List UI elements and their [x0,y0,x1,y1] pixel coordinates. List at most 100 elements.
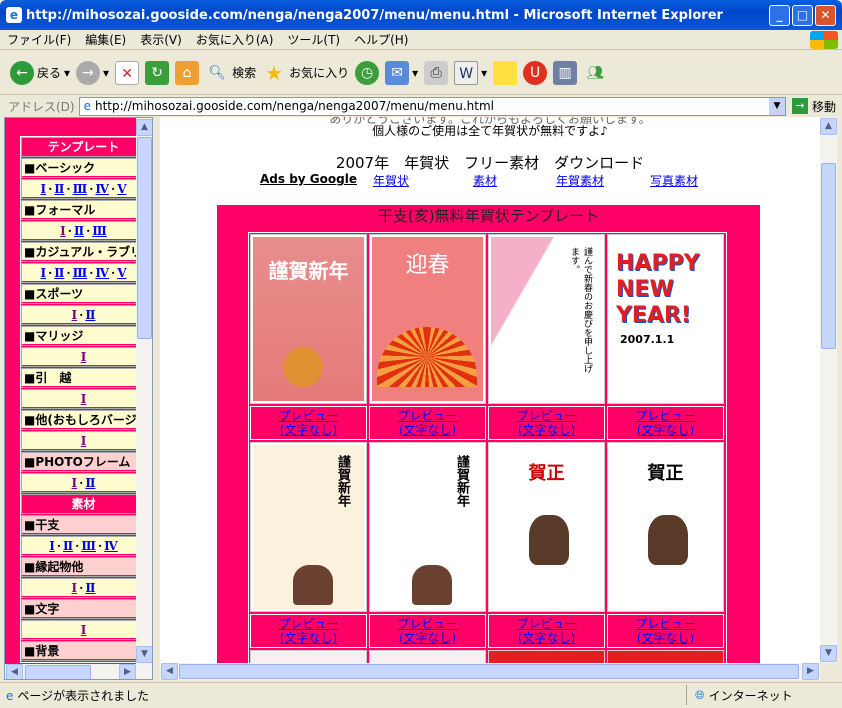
scroll-up-button[interactable]: ▲ [136,119,152,136]
preview-link[interactable]: プレビュー [370,617,485,631]
ad-link[interactable]: 写真素材 [650,174,698,188]
left-horizontal-scrollbar[interactable]: ◀ ▶ [5,664,152,679]
scroll-down-button[interactable]: ▼ [136,646,152,663]
sidebar-page-link[interactable]: Ⅱ [85,581,95,595]
sidebar-page-link[interactable]: Ⅰ [72,581,78,595]
preview-link[interactable]: プレビュー [489,617,604,631]
h-scroll-thumb[interactable] [179,664,799,679]
sidebar-page-link[interactable]: Ⅰ [81,623,87,637]
refresh-button[interactable]: ↻ [145,60,170,85]
scroll-left-button[interactable]: ◀ [161,663,178,680]
sidebar-page-link[interactable]: Ⅱ [74,224,84,238]
sidebar-page-link[interactable]: Ⅱ [63,539,73,553]
template-thumbnail[interactable] [250,650,367,663]
sidebar-page-link[interactable]: Ⅰ [72,476,78,490]
template-thumbnail[interactable]: 謹賀新年 [250,442,367,612]
sidebar-page-link[interactable]: Ⅴ [117,182,126,196]
address-input[interactable]: e http://mihosozai.gooside.com/nenga/nen… [78,96,786,116]
preview-link[interactable]: プレビュー [251,409,366,423]
menu-file[interactable]: ファイル(F) [0,31,78,48]
template-thumbnail[interactable]: 謹賀新年 [369,442,486,612]
edit-button[interactable]: W ▾ [454,60,487,85]
back-button[interactable]: ← 戻る ▾ [10,60,70,85]
stop-button[interactable]: ✕ [115,60,140,85]
menu-view[interactable]: 表示(V) [133,31,189,48]
forward-button[interactable]: → ▾ [76,60,109,85]
notes-button[interactable] [493,60,518,85]
sidebar-page-link[interactable]: Ⅰ [81,392,87,406]
frame-splitter[interactable] [153,117,160,680]
no-text-link[interactable]: (文字なし) [608,631,723,645]
scroll-up-button[interactable]: ▲ [820,118,837,135]
sidebar-page-link[interactable]: Ⅰ [81,350,87,364]
sidebar-page-link[interactable]: Ⅰ [49,539,55,553]
template-thumbnail[interactable]: 謹んで新春のお慶びを申し上げます。 [488,234,605,404]
sidebar-page-link[interactable]: Ⅴ [117,266,126,280]
preview-link[interactable]: プレビュー [251,617,366,631]
ad-link[interactable]: 素材 [473,174,497,188]
address-dropdown[interactable]: ▼ [768,97,785,115]
scroll-thumb[interactable] [137,137,152,339]
sidebar-page-link[interactable]: Ⅲ [92,224,107,238]
close-button[interactable]: ✕ [815,5,836,26]
sidebar-page-link[interactable]: Ⅳ [95,266,109,280]
template-thumbnail[interactable]: 賀正 [607,442,724,612]
no-text-link[interactable]: (文字なし) [251,423,366,437]
print-button[interactable]: ⎙ [424,60,449,85]
sidebar-page-link[interactable]: Ⅰ [81,434,87,448]
research-button[interactable]: ▥ [553,60,578,85]
sidebar-page-link[interactable]: Ⅰ [60,224,66,238]
menu-edit[interactable]: 編集(E) [78,31,133,48]
sidebar-page-link[interactable]: Ⅲ [73,266,88,280]
template-thumbnail[interactable]: 迎春 [369,234,486,404]
favorites-button[interactable]: ★ お気に入り [262,61,349,85]
template-thumbnail[interactable] [607,650,724,663]
scroll-right-button[interactable]: ▶ [119,664,136,679]
sidebar-page-link[interactable]: Ⅰ [72,308,78,322]
sidebar-page-link[interactable]: Ⅱ [85,476,95,490]
maximize-button[interactable]: □ [792,5,813,26]
right-horizontal-scrollbar[interactable]: ◀ ▶ [160,663,820,680]
preview-link[interactable]: プレビュー [489,409,604,423]
scroll-down-button[interactable]: ▼ [820,645,837,662]
preview-link[interactable]: プレビュー [370,409,485,423]
template-thumbnail[interactable] [488,650,605,663]
messenger-button[interactable]: U [523,60,548,85]
home-button[interactable]: ⌂ [175,60,200,85]
left-vertical-scrollbar[interactable]: ▲ ▼ [136,118,152,664]
template-thumbnail[interactable] [369,650,486,663]
scroll-thumb[interactable] [821,163,836,349]
ad-link[interactable]: 年賀素材 [556,174,604,188]
contacts-button[interactable]: 👥︎ [583,61,607,85]
mail-button[interactable]: ✉ ▾ [385,60,418,85]
no-text-link[interactable]: (文字なし) [251,631,366,645]
sidebar-page-link[interactable]: Ⅱ [54,266,64,280]
no-text-link[interactable]: (文字なし) [608,423,723,437]
no-text-link[interactable]: (文字なし) [370,423,485,437]
sidebar-page-link[interactable]: Ⅱ [54,182,64,196]
scroll-right-button[interactable]: ▶ [802,663,819,680]
preview-link[interactable]: プレビュー [608,409,723,423]
preview-link[interactable]: プレビュー [608,617,723,631]
no-text-link[interactable]: (文字なし) [370,631,485,645]
sidebar-page-link[interactable]: Ⅰ [40,182,46,196]
sidebar-page-link[interactable]: Ⅱ [85,308,95,322]
template-thumbnail[interactable]: HAPPY NEW YEAR! 2007.1.1 [607,234,724,404]
right-vertical-scrollbar[interactable]: ▲ ▼ [820,117,837,663]
sidebar-page-link[interactable]: Ⅳ [104,539,118,553]
template-thumbnail[interactable]: 賀正 [488,442,605,612]
sidebar-page-link[interactable]: Ⅰ [40,266,46,280]
menu-help[interactable]: ヘルプ(H) [347,31,415,48]
menu-favorites[interactable]: お気に入り(A) [189,31,281,48]
sidebar-page-link[interactable]: Ⅲ [73,182,88,196]
history-button[interactable]: ◷ [355,60,380,85]
ad-link[interactable]: 年賀状 [373,174,409,188]
no-text-link[interactable]: (文字なし) [489,423,604,437]
go-button[interactable]: → 移動 [786,98,842,115]
menu-tools[interactable]: ツール(T) [280,31,347,48]
scroll-left-button[interactable]: ◀ [6,664,23,679]
no-text-link[interactable]: (文字なし) [489,631,604,645]
sidebar-page-link[interactable]: Ⅲ [81,539,96,553]
h-scroll-thumb[interactable] [25,665,91,679]
template-thumbnail[interactable]: 謹賀新年 [250,234,367,404]
